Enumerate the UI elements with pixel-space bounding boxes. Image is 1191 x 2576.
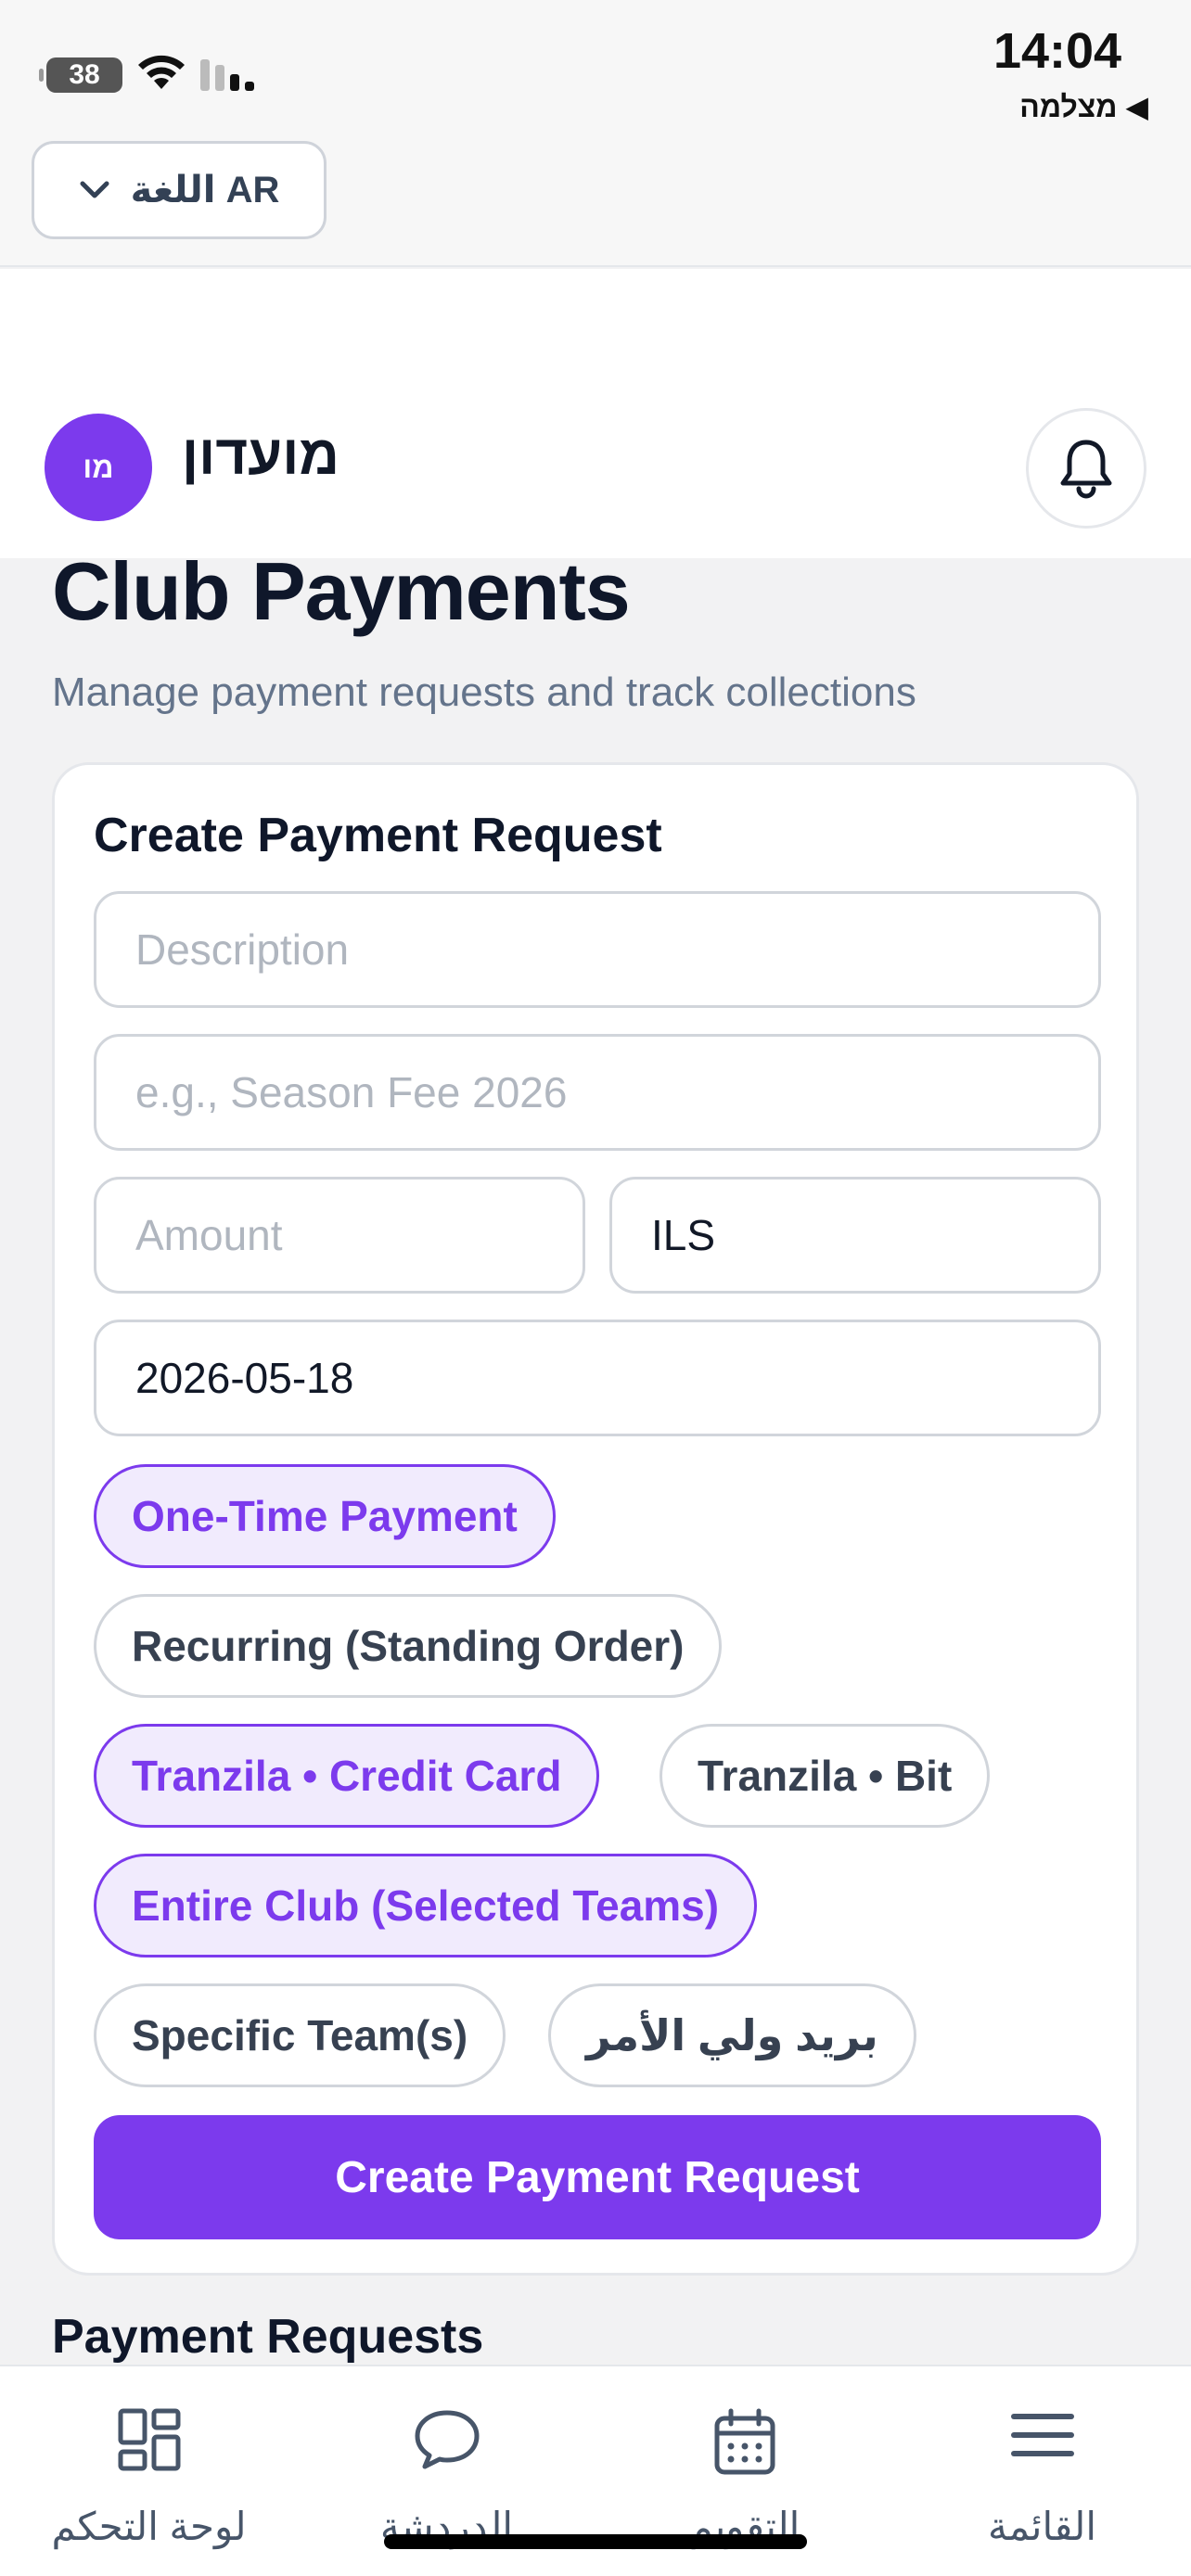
description-input[interactable] xyxy=(94,891,1101,1008)
status-time: 14:04 xyxy=(992,23,1122,79)
chip-label: Specific Team(s) xyxy=(132,2011,468,2060)
target-parent-email[interactable]: بريد ولي الأمر xyxy=(548,1983,916,2087)
wifi-icon xyxy=(138,55,185,89)
payment-name-input[interactable] xyxy=(94,1034,1101,1151)
chip-label: Tranzila • Bit xyxy=(698,1752,953,1800)
payment-type-one-time[interactable]: One-Time Payment xyxy=(94,1464,556,1568)
home-indicator[interactable] xyxy=(384,2534,807,2549)
club-avatar[interactable]: מו xyxy=(45,414,152,521)
menu-icon xyxy=(1010,2414,1074,2456)
chat-icon xyxy=(415,2410,479,2469)
target-specific-teams[interactable]: Specific Team(s) xyxy=(94,1983,506,2087)
amount-input[interactable] xyxy=(94,1177,585,1294)
language-selector[interactable]: اللغة AR xyxy=(32,141,327,239)
calendar-icon xyxy=(714,2408,775,2475)
card-title: Create Payment Request xyxy=(94,809,662,862)
chip-label: Entire Club (Selected Teams) xyxy=(132,1881,720,1930)
language-label: اللغة AR xyxy=(130,170,280,210)
battery-indicator: 38 xyxy=(39,57,122,93)
dashboard-icon xyxy=(118,2408,180,2471)
provider-credit-card[interactable]: Tranzila • Credit Card xyxy=(94,1724,600,1828)
tab-label: القائمة xyxy=(988,2505,1096,2548)
notifications-button[interactable] xyxy=(1026,408,1146,529)
chip-label: One-Time Payment xyxy=(132,1492,518,1540)
payment-type-recurring[interactable]: Recurring (Standing Order) xyxy=(94,1594,723,1698)
chip-label: بريد ولي الأمر xyxy=(586,2011,878,2060)
target-entire-club[interactable]: Entire Club (Selected Teams) xyxy=(94,1854,758,1958)
currency-input[interactable] xyxy=(609,1177,1101,1294)
chip-label: Tranzila • Credit Card xyxy=(132,1752,562,1800)
page-subtitle: Manage payment requests and track collec… xyxy=(52,670,916,715)
create-payment-card: Create Payment Request One-Time Payment … xyxy=(52,762,1139,2276)
due-date-input[interactable] xyxy=(94,1320,1101,1436)
club-name: מועדון xyxy=(182,424,339,486)
bell-icon xyxy=(1060,440,1112,499)
app-header: מו מועדון xyxy=(0,269,1191,558)
tab-dashboard[interactable]: لوحة التحكم xyxy=(0,2366,298,2576)
tab-menu[interactable]: القائمة xyxy=(893,2366,1191,2576)
back-to-app-link[interactable]: ◀ מצלמה xyxy=(1019,89,1148,124)
chip-label: Recurring (Standing Order) xyxy=(132,1622,685,1670)
payment-requests-heading: Payment Requests xyxy=(52,2310,484,2364)
create-payment-request-button[interactable]: Create Payment Request xyxy=(94,2115,1101,2239)
cellular-signal-icon xyxy=(200,59,254,91)
tab-label: لوحة التحكم xyxy=(51,2505,247,2548)
page-title-container: Club Payments xyxy=(0,558,1191,660)
chevron-down-icon xyxy=(80,181,109,198)
provider-bit[interactable]: Tranzila • Bit xyxy=(660,1724,991,1828)
status-bar: 38 14:04 ◀ מצלמה اللغة AR xyxy=(0,0,1191,267)
page-title: Club Payments xyxy=(52,558,631,637)
